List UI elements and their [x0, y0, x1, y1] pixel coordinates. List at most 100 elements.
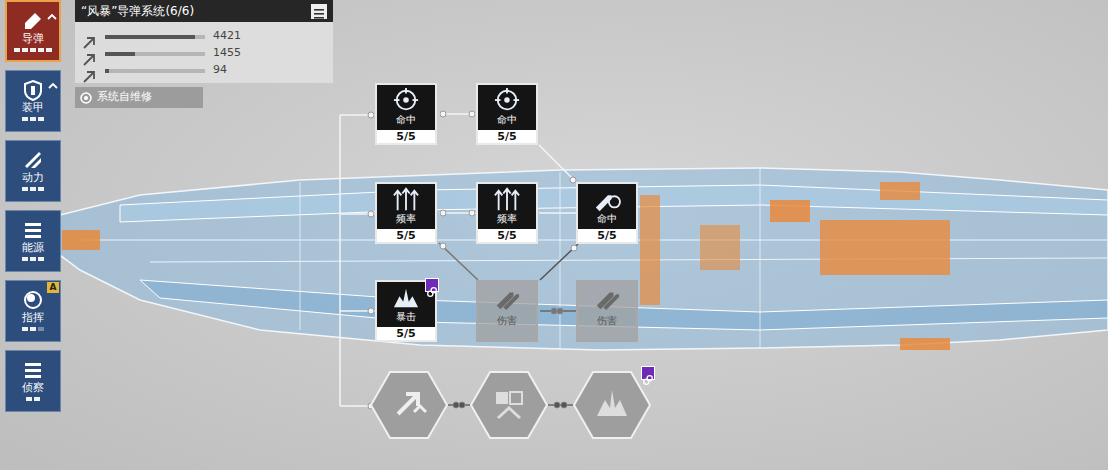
- sidebar-item[interactable]: 动力: [5, 140, 61, 202]
- repair-icon: [79, 90, 93, 104]
- skill-label: 命中: [396, 114, 416, 126]
- locked-skill-hex[interactable]: [370, 370, 448, 440]
- skill-icon: [590, 285, 624, 311]
- skill-progress: 5/5: [578, 229, 636, 242]
- level-pip: [26, 397, 32, 401]
- skill-label: 频率: [396, 213, 416, 225]
- system-icon: [21, 217, 45, 241]
- skill-progress: 5/5: [478, 130, 536, 143]
- stat-row: 94: [83, 62, 325, 79]
- sidebar-label: 动力: [22, 171, 44, 184]
- level-pips: [26, 397, 40, 401]
- panel-title: “风暴”导弹系统(6/6): [81, 2, 194, 20]
- level-pip: [30, 187, 36, 191]
- level-pip: [22, 187, 28, 191]
- skill-icon: [389, 187, 423, 213]
- menu-icon[interactable]: [311, 4, 327, 19]
- skill-icon: [389, 285, 423, 311]
- level-pip: [22, 257, 28, 261]
- sidebar-item[interactable]: 能源: [5, 210, 61, 272]
- level-pip: [38, 48, 44, 52]
- skill-node[interactable]: 伤害: [576, 280, 638, 342]
- level-pip: [14, 48, 20, 52]
- link-icon: [425, 278, 439, 292]
- skill-node[interactable]: 命中 5/5: [375, 83, 437, 145]
- stat-row: 4421: [83, 28, 325, 45]
- sidebar-item[interactable]: 导弹: [5, 0, 61, 62]
- skill-label: 系统自维修: [97, 89, 152, 106]
- skill-progress: 5/5: [377, 229, 435, 242]
- stat-track: [105, 52, 205, 56]
- stat-value: 1455: [213, 45, 241, 62]
- level-pip: [46, 48, 52, 52]
- sidebar-label: 能源: [22, 241, 44, 254]
- skill-node[interactable]: 频率 5/5: [476, 182, 538, 244]
- system-icon: [21, 8, 45, 32]
- skill-node[interactable]: 暴击 5/5: [375, 280, 437, 342]
- sidebar-item[interactable]: 装甲: [5, 70, 61, 132]
- upgrade-icon: [47, 4, 57, 14]
- level-pip: [30, 327, 36, 331]
- skill-progress: 5/5: [478, 229, 536, 242]
- sidebar-item[interactable]: 指挥 A: [5, 280, 61, 342]
- skill-label: 暴击: [396, 311, 416, 323]
- system-icon: [21, 287, 45, 311]
- stat-row: 1455: [83, 45, 325, 62]
- skill-chip[interactable]: 系统自维修: [75, 87, 203, 108]
- level-pips: [22, 187, 44, 191]
- skill-label: 频率: [497, 213, 517, 225]
- system-icon: [21, 77, 45, 101]
- sidebar-label: 指挥: [22, 311, 44, 324]
- skill-label: 命中: [497, 114, 517, 126]
- skill-icon: [389, 88, 423, 114]
- stat-fill: [105, 35, 195, 39]
- panel-title-bar: “风暴”导弹系统(6/6): [75, 0, 333, 22]
- hex-skill-icon: [470, 370, 548, 440]
- stat-value: 4421: [213, 28, 241, 45]
- locked-skill-hex[interactable]: [470, 370, 548, 440]
- skill-label: 伤害: [497, 315, 517, 327]
- level-pip: [34, 397, 40, 401]
- skill-progress: 5/5: [377, 130, 435, 143]
- skill-node[interactable]: 频率 5/5: [375, 182, 437, 244]
- stat-fill: [105, 52, 135, 56]
- system-icon: [21, 357, 45, 381]
- skill-node[interactable]: 伤害: [476, 280, 538, 342]
- skill-label: 伤害: [597, 315, 617, 327]
- stat-value: 94: [213, 62, 227, 79]
- level-pip: [30, 117, 36, 121]
- level-pip: [30, 257, 36, 261]
- command-badge: A: [47, 282, 59, 293]
- stat-track: [105, 69, 205, 73]
- skill-icon: [490, 187, 524, 213]
- system-sidebar: 导弹装甲动力能源指挥 A 侦察: [5, 0, 61, 412]
- locked-skill-hex[interactable]: [573, 370, 651, 440]
- system-panel: “风暴”导弹系统(6/6) 4421145594 系统自维修: [75, 0, 333, 108]
- skill-progress: 5/5: [377, 327, 435, 340]
- skill-icon: [490, 88, 524, 114]
- link-icon: [641, 366, 655, 380]
- skill-node[interactable]: 命中 5/5: [476, 83, 538, 145]
- level-pip: [38, 257, 44, 261]
- sidebar-label: 装甲: [22, 101, 44, 114]
- stat-fill: [105, 69, 109, 73]
- level-pips: [22, 117, 44, 121]
- stat-track: [105, 35, 205, 39]
- hex-skill-icon: [573, 370, 651, 440]
- skill-label: 命中: [597, 213, 617, 225]
- level-pip: [30, 48, 36, 52]
- upgrade-icon: [48, 73, 58, 83]
- skill-node[interactable]: 命中 5/5: [576, 182, 638, 244]
- skill-icon: [590, 187, 624, 213]
- sidebar-item[interactable]: 侦察: [5, 350, 61, 412]
- level-pips: [14, 48, 52, 52]
- level-pips: [22, 257, 44, 261]
- missile-stat-icon: [83, 31, 97, 43]
- missile-stat-icon: [83, 65, 97, 77]
- level-pip: [38, 327, 44, 331]
- stats-block: 4421145594: [75, 22, 333, 83]
- level-pip: [38, 187, 44, 191]
- level-pip: [22, 327, 28, 331]
- level-pip: [38, 117, 44, 121]
- system-icon: [21, 147, 45, 171]
